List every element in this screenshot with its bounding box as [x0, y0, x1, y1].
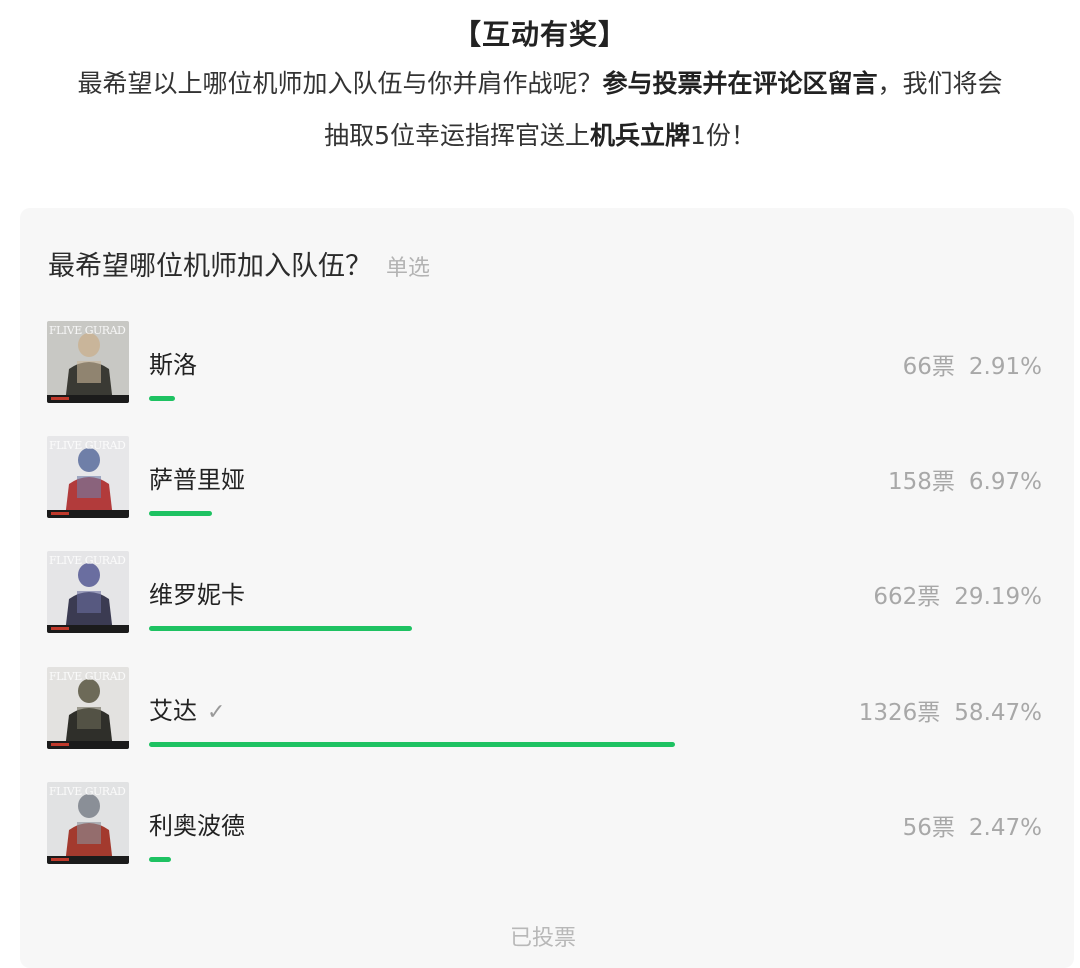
- intro-line2-start: 抽取5位幸运指挥官送上: [324, 121, 590, 150]
- vote-count: 56票: [902, 815, 955, 841]
- vote-option-name: 利奥波德: [149, 806, 245, 841]
- vote-percent: 6.97%: [968, 469, 1042, 495]
- vote-count: 158票: [888, 469, 955, 495]
- vote-type-label: 单选: [386, 256, 431, 281]
- vote-card: 最希望哪位机师加入队伍？ 单选 FLIVE GURAD 斯洛 66票 2.91% FLIV…: [20, 208, 1074, 968]
- intro-line1-emphasis: 参与投票并在评论区留言: [602, 69, 878, 98]
- vote-option-stats: 66票 2.91%: [903, 347, 1042, 381]
- pilot-portrait-icon: FLIVE GURAD: [47, 551, 129, 633]
- pilot-portrait-icon: FLIVE GURAD: [47, 782, 129, 864]
- vote-percent: 2.91%: [968, 354, 1042, 380]
- vote-option-label: 斯洛: [149, 351, 197, 379]
- vote-option-name: 斯洛: [149, 345, 197, 380]
- check-icon: ✓: [207, 700, 226, 725]
- vote-percent: 29.19%: [954, 584, 1042, 610]
- intro-title: 【互动有奖】: [452, 18, 627, 51]
- vote-count: 662票: [873, 584, 941, 610]
- voted-status-link[interactable]: 已投票: [510, 920, 576, 952]
- vote-progress-bar: [149, 396, 175, 401]
- vote-option[interactable]: FLIVE GURAD 利奥波德 56票 2.47%: [47, 782, 1042, 866]
- vote-progress-bar: [149, 626, 412, 631]
- vote-option-stats: 56票 2.47%: [903, 808, 1042, 842]
- thumb-logo-text: FLIVE GURAD: [49, 785, 126, 798]
- vote-percent: 2.47%: [968, 815, 1042, 841]
- vote-option-label: 艾达: [149, 697, 197, 725]
- intro-section: 【互动有奖】 最希望以上哪位机师加入队伍与你并肩作战呢？参与投票并在评论区留言，…: [0, 12, 1080, 162]
- vote-option[interactable]: FLIVE GURAD 斯洛 66票 2.91%: [47, 321, 1042, 405]
- vote-question-text: 最希望哪位机师加入队伍？: [48, 251, 372, 282]
- intro-line2-emphasis: 机兵立牌: [590, 121, 691, 150]
- thumb-logo-text: FLIVE GURAD: [49, 554, 126, 567]
- vote-progress-bar: [149, 857, 171, 862]
- thumb-logo-text: FLIVE GURAD: [49, 670, 126, 683]
- vote-option-stats: 662票 29.19%: [873, 577, 1042, 611]
- vote-option-label: 利奥波德: [149, 812, 245, 840]
- vote-progress-bar: [149, 511, 212, 516]
- pilot-portrait-icon: FLIVE GURAD: [47, 436, 129, 518]
- vote-progress-bar: [149, 742, 675, 747]
- intro-line1-start: 最希望以上哪位机师加入队伍与你并肩作战呢？: [77, 69, 603, 98]
- intro-text: 最希望以上哪位机师加入队伍与你并肩作战呢？参与投票并在评论区留言，我们将会 抽取…: [0, 58, 1080, 162]
- vote-option-name: 维罗妮卡: [149, 575, 245, 610]
- thumb-logo-text: FLIVE GURAD: [49, 324, 126, 337]
- intro-line1-end: ，我们将会: [877, 69, 1003, 98]
- thumb-logo-text: FLIVE GURAD: [49, 439, 126, 452]
- vote-option[interactable]: FLIVE GURAD 艾达 ✓ 1326票 58.47%: [47, 667, 1042, 751]
- vote-count: 66票: [902, 354, 955, 380]
- vote-question: 最希望哪位机师加入队伍？ 单选: [48, 244, 430, 283]
- vote-option-label: 萨普里娅: [149, 466, 245, 494]
- intro-line2-end: 1份！: [690, 121, 756, 150]
- vote-option-name: 艾达 ✓: [149, 691, 225, 726]
- pilot-portrait-icon: FLIVE GURAD: [47, 667, 129, 749]
- pilot-portrait-icon: FLIVE GURAD: [47, 321, 129, 403]
- vote-option-stats: 158票 6.97%: [888, 462, 1042, 496]
- vote-count: 1326票: [858, 700, 941, 726]
- vote-percent: 58.47%: [954, 700, 1042, 726]
- vote-option-label: 维罗妮卡: [149, 581, 245, 609]
- vote-option[interactable]: FLIVE GURAD 维罗妮卡 662票 29.19%: [47, 551, 1042, 635]
- vote-option-stats: 1326票 58.47%: [859, 693, 1042, 727]
- vote-option[interactable]: FLIVE GURAD 萨普里娅 158票 6.97%: [47, 436, 1042, 520]
- vote-option-name: 萨普里娅: [149, 460, 245, 495]
